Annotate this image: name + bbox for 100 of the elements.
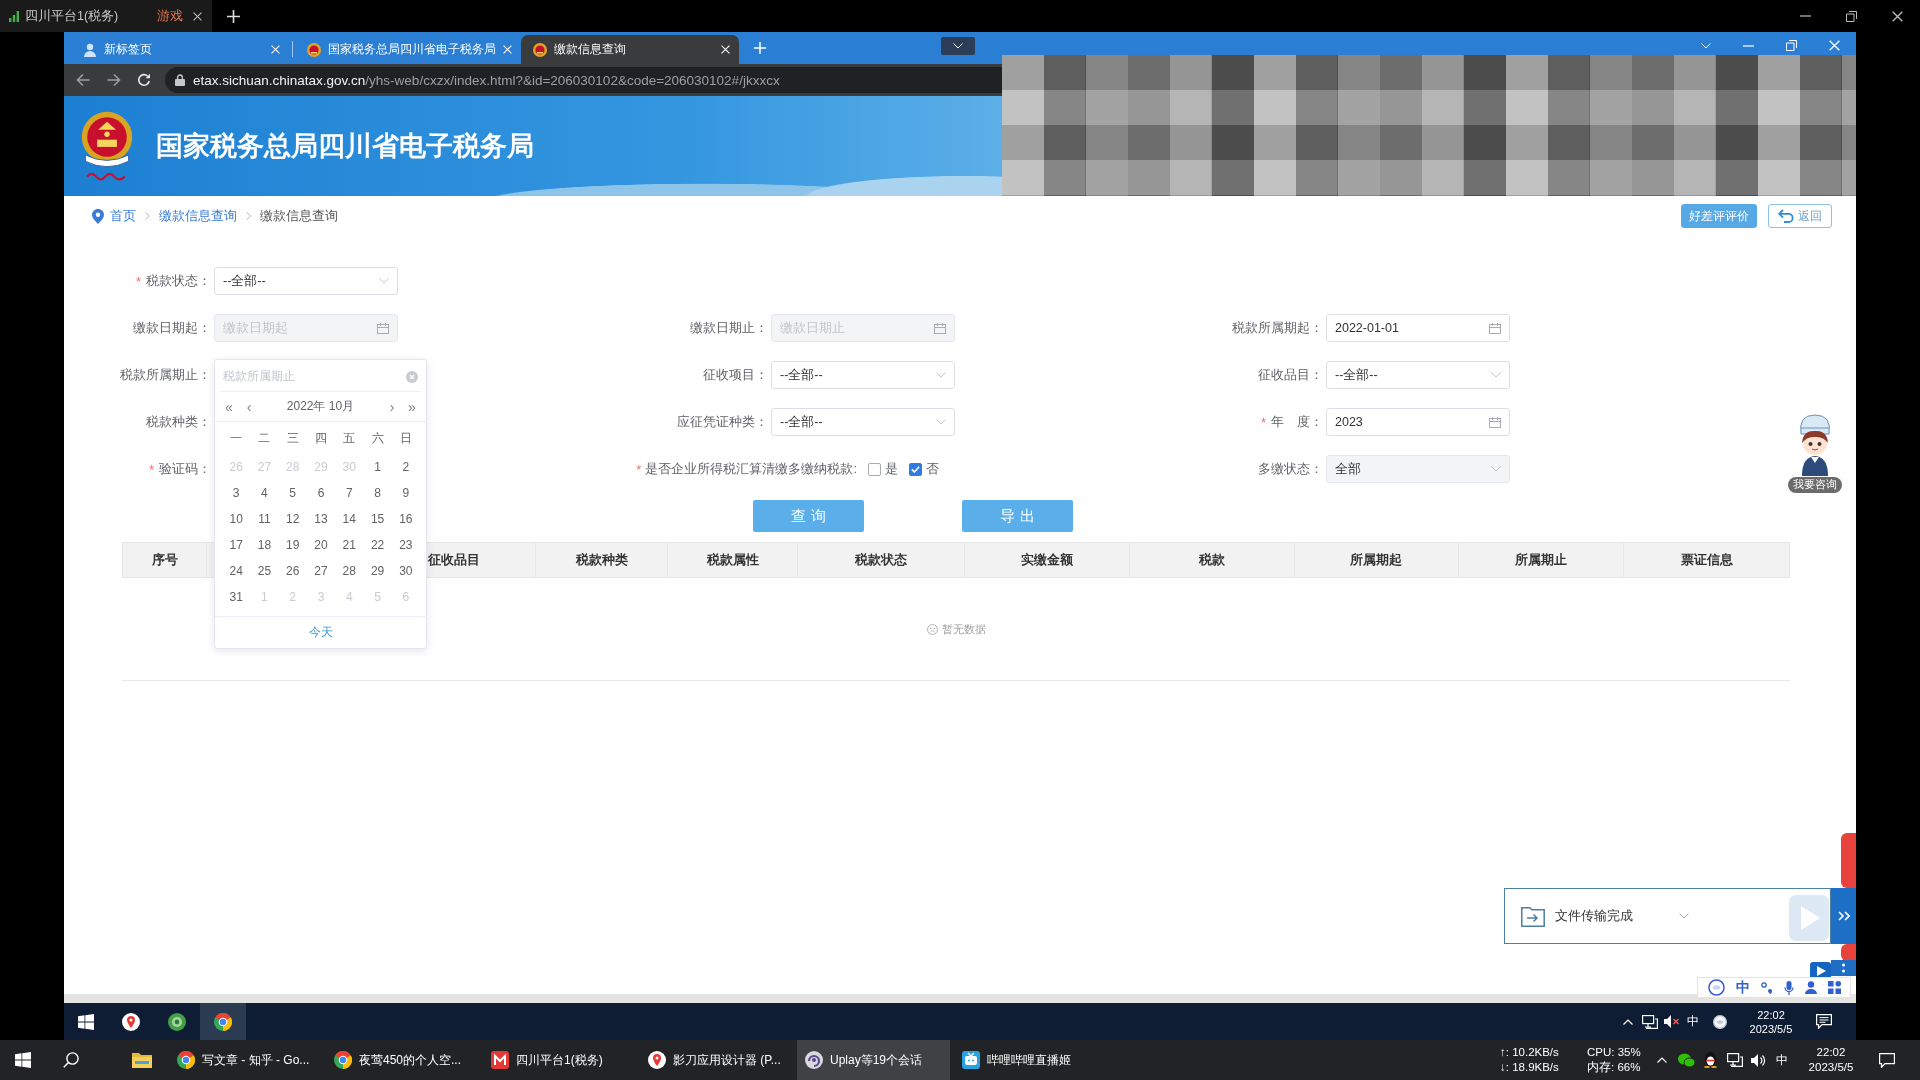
close-icon[interactable]: [193, 11, 202, 21]
today-button[interactable]: 今天: [308, 624, 333, 641]
taskbar-item[interactable]: 哔哩哔哩直播姬: [954, 1040, 1107, 1080]
chevron-up-icon[interactable]: [1623, 1018, 1633, 1025]
notification-icon[interactable]: [1879, 1052, 1895, 1068]
penguin-icon[interactable]: [1704, 1052, 1717, 1068]
calendar-day[interactable]: 23: [399, 538, 413, 552]
calendar-day[interactable]: 15: [370, 512, 385, 526]
tv-icon[interactable]: [962, 1051, 980, 1069]
calendar-day[interactable]: 11: [258, 512, 271, 526]
select-field[interactable]: --全部--: [771, 408, 955, 436]
input-mode-button[interactable]: 中: [1776, 1051, 1788, 1069]
checkbox[interactable]: [868, 462, 881, 476]
app-icon[interactable]: [168, 1012, 186, 1031]
date-field[interactable]: 2023: [1326, 408, 1510, 436]
calendar-day[interactable]: 3: [232, 486, 240, 500]
app-icon[interactable]: [648, 1051, 666, 1069]
select-field[interactable]: --全部--: [214, 267, 398, 295]
calendar-day[interactable]: 26: [286, 564, 300, 578]
calendar-day[interactable]: 10: [229, 512, 243, 526]
input-mode-button[interactable]: 中: [1735, 978, 1750, 997]
calendar-day[interactable]: 2: [402, 460, 410, 474]
calendar-day[interactable]: 25: [257, 564, 272, 578]
calendar-day[interactable]: 6: [317, 486, 325, 500]
next-year-button[interactable]: »: [406, 399, 418, 414]
calendar-day[interactable]: 19: [286, 538, 300, 552]
notification-icon[interactable]: [1816, 1014, 1832, 1029]
breadcrumb-item[interactable]: 首页: [110, 207, 136, 225]
folder-icon[interactable]: [132, 1052, 152, 1068]
calendar-day[interactable]: 24: [229, 564, 243, 578]
calendar-day[interactable]: 20: [314, 538, 328, 552]
calendar-day[interactable]: 16: [399, 512, 413, 526]
windows-logo-icon[interactable]: [78, 1013, 94, 1030]
grid-icon[interactable]: [1827, 981, 1841, 994]
select-field[interactable]: --全部--: [1326, 361, 1510, 389]
app-icon[interactable]: [805, 1051, 823, 1069]
calendar-day[interactable]: 7: [345, 486, 353, 500]
chat-icon[interactable]: [1678, 1052, 1695, 1068]
taskbar-item[interactable]: Uplay等19个会话: [797, 1040, 950, 1080]
taskbar-item[interactable]: 夜莺450的个人空...: [326, 1040, 479, 1080]
calendar-day[interactable]: 27: [314, 564, 328, 578]
taskbar-item[interactable]: 影刀应用设计器 (P...: [640, 1040, 793, 1080]
search-icon[interactable]: [63, 1052, 79, 1068]
user-icon[interactable]: [1804, 981, 1817, 994]
calendar-day[interactable]: 29: [370, 564, 385, 578]
plus-icon[interactable]: [227, 9, 240, 23]
prev-month-button[interactable]: ‹: [243, 399, 255, 414]
app-icon[interactable]: [491, 1051, 509, 1069]
chevron-up-icon[interactable]: [1657, 1057, 1667, 1063]
horizontal-scrollbar[interactable]: [64, 994, 1856, 1003]
select-field[interactable]: --全部--: [771, 361, 955, 389]
windows-logo-icon[interactable]: [15, 1052, 31, 1068]
restore-icon[interactable]: [1846, 10, 1857, 22]
next-month-button[interactable]: ›: [386, 399, 398, 414]
punctuation-icon[interactable]: [1760, 981, 1773, 994]
calendar-day[interactable]: 21: [342, 538, 356, 552]
browser-icon[interactable]: [177, 1051, 195, 1069]
input-mode-button[interactable]: 中: [1687, 1013, 1699, 1030]
calendar-day[interactable]: 1: [374, 460, 381, 474]
close-icon[interactable]: [1892, 10, 1903, 22]
back-icon[interactable]: [76, 73, 90, 87]
prev-year-button[interactable]: «: [223, 399, 235, 414]
taskbar-item[interactable]: 写文章 - 知乎 - Go...: [169, 1040, 322, 1080]
app-tab[interactable]: 四川平台1(税务) 游戏: [0, 0, 212, 32]
consult-button[interactable]: 我要咨询: [1788, 477, 1842, 493]
calendar-day[interactable]: 28: [342, 564, 356, 578]
network-icon[interactable]: [1727, 1053, 1743, 1067]
calendar-day[interactable]: 12: [286, 512, 300, 526]
calendar-day[interactable]: 5: [289, 486, 297, 500]
network-icon[interactable]: [1642, 1014, 1658, 1029]
breadcrumb-item[interactable]: 缴款信息查询: [159, 207, 237, 225]
browser-tab[interactable]: 新标签页: [71, 35, 289, 64]
ime-logo-icon[interactable]: [1713, 1014, 1727, 1029]
browser-tab[interactable]: 国家税务总局四川省电子税务局: [295, 35, 513, 64]
browser-icon[interactable]: [214, 1012, 232, 1031]
calendar-day[interactable]: 22: [370, 538, 385, 552]
browser-icon[interactable]: [334, 1051, 352, 1069]
browser-tab[interactable]: 缴款信息查询: [521, 35, 739, 64]
expand-button[interactable]: [1831, 888, 1856, 944]
forward-icon[interactable]: [107, 73, 121, 87]
reload-icon[interactable]: [137, 73, 151, 87]
volume-icon[interactable]: [1751, 1053, 1766, 1067]
calendar-day[interactable]: 30: [399, 564, 413, 578]
volume-muted-icon[interactable]: [1664, 1015, 1679, 1028]
calendar-day[interactable]: 14: [342, 512, 356, 526]
app-icon[interactable]: [122, 1012, 140, 1031]
microphone-icon[interactable]: [1783, 980, 1794, 995]
calendar-day[interactable]: 13: [314, 512, 328, 526]
calendar-day[interactable]: 8: [374, 486, 381, 500]
calendar-day[interactable]: 4: [261, 486, 268, 500]
date-field[interactable]: 2022-01-01: [1326, 314, 1510, 342]
more-icon[interactable]: [1831, 960, 1856, 976]
calendar-day[interactable]: 31: [229, 590, 243, 604]
calendar-day[interactable]: 17: [229, 538, 243, 552]
calendar-day[interactable]: 18: [257, 538, 272, 552]
taskbar-item[interactable]: 四川平台1(税务): [483, 1040, 636, 1080]
checkbox[interactable]: [909, 462, 922, 476]
calendar-day[interactable]: 9: [402, 486, 410, 500]
taskbar-app[interactable]: [200, 1003, 246, 1040]
address-field[interactable]: etax.sichuan.chinatax.gov.cn/yhs-web/cxzx/index.html?&id=206030102&code=206030102#/jkxxcx: [165, 67, 1002, 93]
